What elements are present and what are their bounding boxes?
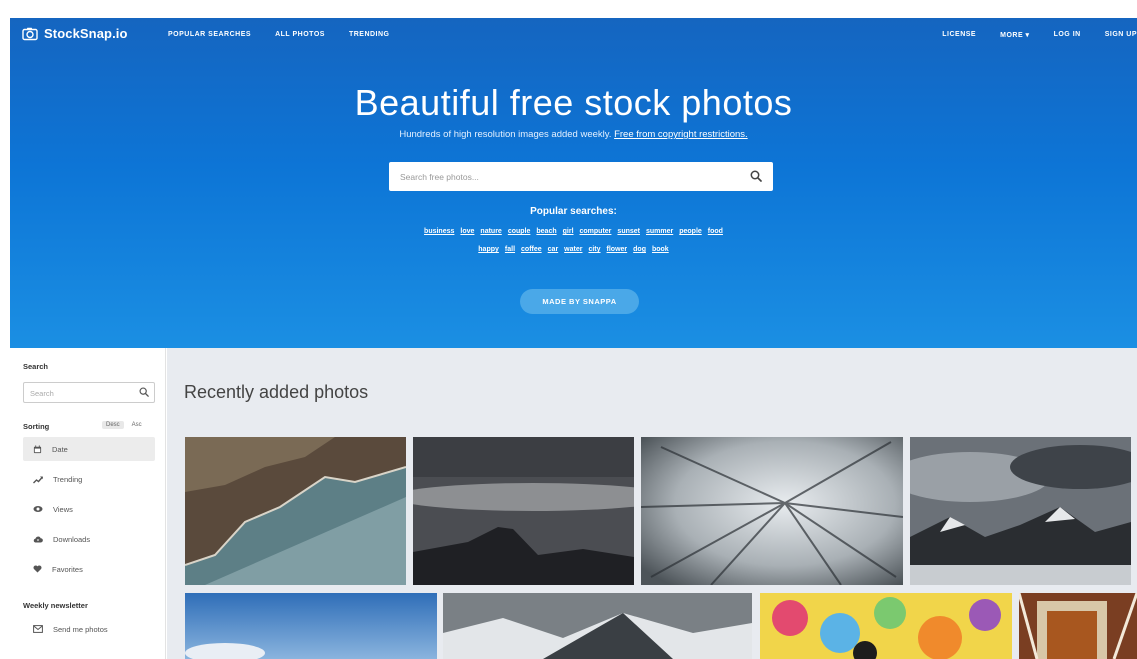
tag-link[interactable]: love — [460, 228, 474, 235]
trending-icon — [33, 476, 43, 483]
sidebar-search-input[interactable] — [24, 384, 129, 403]
nav-log-in[interactable]: LOG IN — [1054, 31, 1081, 39]
calendar-icon — [33, 444, 42, 453]
tag-link[interactable]: computer — [580, 228, 612, 235]
recent-photos-heading: Recently added photos — [184, 382, 369, 402]
tag-link[interactable]: food — [708, 228, 723, 235]
tag-link[interactable]: people — [679, 228, 702, 235]
sidebar-search — [23, 382, 155, 403]
newsletter-label: Send me photos — [53, 624, 108, 634]
sort-desc-button[interactable]: Desc — [102, 421, 124, 429]
search-icon[interactable] — [139, 387, 149, 397]
photo-thumbnail[interactable] — [413, 437, 634, 585]
tag-link[interactable]: girl — [563, 228, 574, 235]
sort-item-trending[interactable]: Trending — [23, 467, 155, 491]
tag-link[interactable]: coffee — [521, 246, 542, 253]
nav-all-photos[interactable]: ALL PHOTOS — [275, 31, 325, 38]
sorting-heading: Sorting — [23, 422, 50, 431]
photo-thumbnail[interactable] — [185, 593, 437, 659]
search-icon[interactable] — [750, 170, 762, 182]
nav-license[interactable]: LICENSE — [942, 31, 976, 39]
page-frame: StockSnap.io POPULAR SEARCHES ALL PHOTOS… — [10, 18, 1137, 659]
popular-tags-row-2: happy fall coffee car water city flower dog book — [10, 246, 1137, 253]
top-nav: StockSnap.io POPULAR SEARCHES ALL PHOTOS… — [10, 18, 1137, 52]
tag-link[interactable]: sunset — [617, 228, 640, 235]
photo-thumbnail[interactable] — [185, 437, 406, 585]
tag-link[interactable]: happy — [478, 246, 499, 253]
hero-search — [389, 162, 773, 191]
sidebar: Search Sorting Desc Asc Date — [10, 348, 166, 659]
tag-link[interactable]: fall — [505, 246, 515, 253]
nav-popular-searches[interactable]: POPULAR SEARCHES — [168, 31, 251, 38]
tag-link[interactable]: dog — [633, 246, 646, 253]
sort-item-label: Views — [53, 504, 73, 514]
sort-item-views[interactable]: Views — [23, 497, 155, 521]
tag-link[interactable]: beach — [536, 228, 556, 235]
tag-link[interactable]: car — [548, 246, 559, 253]
popular-searches-heading: Popular searches: — [530, 206, 617, 217]
sidebar-search-heading: Search — [23, 362, 49, 371]
tag-link[interactable]: city — [588, 246, 600, 253]
hero-search-input[interactable] — [389, 162, 729, 191]
sort-item-downloads[interactable]: Downloads — [23, 527, 155, 551]
tag-link[interactable]: summer — [646, 228, 673, 235]
photo-thumbnail[interactable] — [1019, 593, 1137, 659]
tag-link[interactable]: flower — [607, 246, 628, 253]
mail-icon — [33, 625, 43, 633]
nav-sign-up[interactable]: SIGN UP — [1105, 31, 1137, 39]
sort-item-label: Downloads — [53, 534, 91, 544]
sort-item-favorites[interactable]: Favorites — [23, 557, 155, 581]
nav-right: LICENSE MORE ▾ LOG IN SIGN UP — [942, 31, 1137, 39]
license-link[interactable]: Free from copyright restrictions. — [614, 129, 748, 140]
nav-trending[interactable]: TRENDING — [349, 31, 390, 38]
sort-order-toggle: Desc Asc — [102, 421, 146, 429]
sort-item-label: Date — [52, 444, 68, 454]
main-content: Recently added photos — [167, 348, 1137, 659]
tag-link[interactable]: couple — [508, 228, 531, 235]
hero-section: StockSnap.io POPULAR SEARCHES ALL PHOTOS… — [10, 18, 1137, 348]
sort-item-date[interactable]: Date — [23, 437, 155, 461]
nav-left: POPULAR SEARCHES ALL PHOTOS TRENDING — [168, 31, 390, 38]
eye-icon — [33, 506, 43, 512]
camera-icon — [22, 27, 38, 40]
tag-link[interactable]: book — [652, 246, 669, 253]
logo-text: StockSnap.io — [44, 26, 128, 41]
logo-link[interactable]: StockSnap.io — [22, 26, 128, 41]
hero-subtitle: Hundreds of high resolution images added… — [10, 129, 1137, 140]
nav-more-dropdown[interactable]: MORE ▾ — [1000, 31, 1029, 39]
sort-item-label: Trending — [53, 474, 83, 484]
sort-item-label: Favorites — [52, 564, 83, 574]
heart-icon — [33, 565, 42, 573]
photo-thumbnail[interactable] — [641, 437, 903, 585]
cloud-download-icon — [33, 536, 43, 542]
hero-subtitle-text: Hundreds of high resolution images added… — [399, 129, 612, 140]
tag-link[interactable]: nature — [480, 228, 501, 235]
newsletter-heading: Weekly newsletter — [23, 601, 88, 610]
photo-thumbnail[interactable] — [443, 593, 752, 659]
tag-link[interactable]: water — [564, 246, 582, 253]
made-by-snappa-button[interactable]: MADE BY SNAPPA — [520, 289, 639, 314]
hero-title: Beautiful free stock photos — [354, 82, 793, 123]
photo-thumbnail[interactable] — [760, 593, 1012, 659]
photo-thumbnail[interactable] — [910, 437, 1131, 585]
newsletter-signup[interactable]: Send me photos — [23, 617, 155, 641]
popular-tags-row-1: business love nature couple beach girl compute… — [10, 228, 1137, 235]
tag-link[interactable]: business — [424, 228, 454, 235]
sort-asc-button[interactable]: Asc — [128, 421, 146, 429]
